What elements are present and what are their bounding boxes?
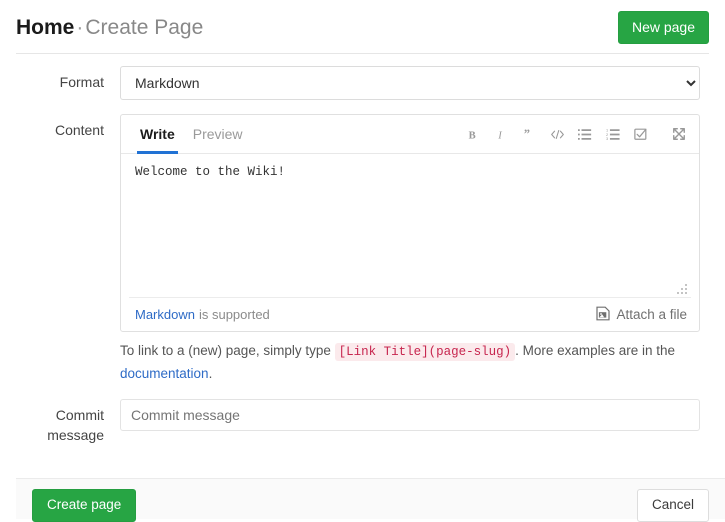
breadcrumb-current: Create Page — [85, 16, 203, 39]
markdown-editor: Write Preview B I ” — [120, 114, 700, 332]
page-header: Home·Create Page New page — [0, 0, 725, 41]
markdown-supported-link[interactable]: Markdown — [135, 307, 195, 322]
hint-text-after: . More examples are in the — [515, 343, 675, 358]
editor-tabbar: Write Preview B I ” — [121, 115, 699, 154]
svg-text:B: B — [468, 130, 475, 140]
format-label: Format — [0, 66, 120, 92]
hint-code-sample: [Link Title](page-slug) — [335, 343, 516, 361]
code-icon[interactable] — [543, 120, 571, 148]
hint-text-before: To link to a (new) page, simply type — [120, 343, 331, 358]
editor-footer: Markdown is supported Attach a file — [121, 298, 699, 331]
page-title: Home·Create Page — [16, 14, 709, 41]
unordered-list-icon[interactable] — [571, 120, 599, 148]
fullscreen-icon[interactable] — [665, 120, 693, 148]
tab-preview[interactable]: Preview — [184, 116, 252, 153]
editor-resize-row — [129, 280, 691, 298]
tab-write[interactable]: Write — [131, 116, 184, 153]
ordered-list-icon[interactable]: 1 2 3 — [599, 120, 627, 148]
svg-text:3: 3 — [606, 137, 608, 141]
markdown-supported-note: is supported — [195, 307, 270, 322]
bold-icon[interactable]: B — [459, 120, 487, 148]
create-page-form: Format Markdown Content Write Preview B — [0, 54, 725, 445]
svg-text:1: 1 — [606, 128, 608, 132]
create-page-button[interactable]: Create page — [32, 489, 136, 522]
editor-toolbar: B I ” — [459, 120, 693, 148]
italic-icon[interactable]: I — [487, 120, 515, 148]
content-control: Write Preview B I ” — [120, 114, 725, 385]
format-row: Format Markdown — [0, 66, 725, 100]
commit-message-label: Commit message — [0, 399, 120, 445]
svg-text:”: ” — [523, 128, 529, 141]
form-action-bar: Create page Cancel — [16, 478, 725, 519]
documentation-link[interactable]: documentation — [120, 366, 209, 381]
svg-text:I: I — [497, 130, 502, 140]
link-hint: To link to a (new) page, simply type [Li… — [120, 340, 709, 385]
breadcrumb-parent[interactable]: Home — [16, 16, 74, 39]
resize-handle[interactable] — [677, 284, 689, 296]
commit-message-label-line1: Commit — [0, 405, 104, 425]
image-file-icon — [596, 306, 610, 324]
quote-icon[interactable]: ” — [515, 120, 543, 148]
commit-message-control — [120, 399, 725, 431]
cancel-button[interactable]: Cancel — [637, 489, 709, 522]
format-control: Markdown — [120, 66, 725, 100]
breadcrumb-separator: · — [74, 16, 85, 39]
hint-text-end: . — [209, 366, 213, 381]
format-select[interactable]: Markdown — [120, 66, 700, 100]
content-textarea[interactable] — [121, 154, 699, 280]
content-row: Content Write Preview B I ” — [0, 114, 725, 385]
commit-message-label-line2: message — [0, 425, 104, 445]
commit-message-input[interactable] — [120, 399, 700, 431]
content-label: Content — [0, 114, 120, 140]
attach-file-button[interactable]: Attach a file — [596, 306, 687, 324]
new-page-button[interactable]: New page — [618, 11, 709, 44]
attach-file-label: Attach a file — [616, 307, 687, 322]
commit-message-row: Commit message — [0, 399, 725, 445]
task-list-icon[interactable] — [627, 120, 655, 148]
